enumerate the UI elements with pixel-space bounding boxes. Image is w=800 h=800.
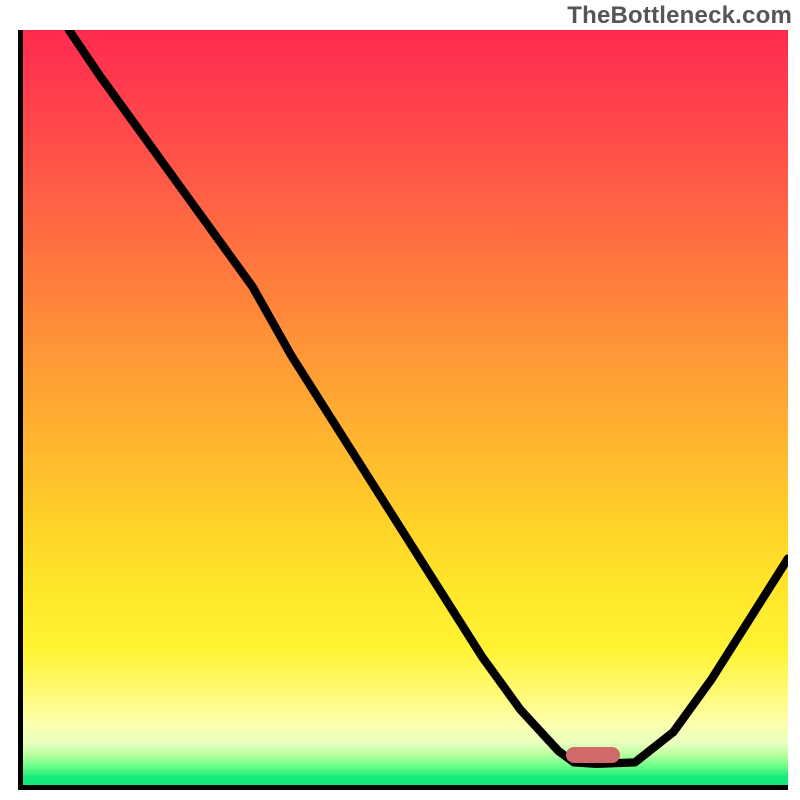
optimal-range-marker bbox=[566, 747, 620, 763]
curve-path bbox=[69, 30, 788, 764]
bottleneck-curve bbox=[23, 30, 788, 785]
attribution-label: TheBottleneck.com bbox=[567, 2, 792, 30]
plot-area bbox=[18, 30, 788, 790]
chart-canvas: TheBottleneck.com bbox=[0, 0, 800, 800]
